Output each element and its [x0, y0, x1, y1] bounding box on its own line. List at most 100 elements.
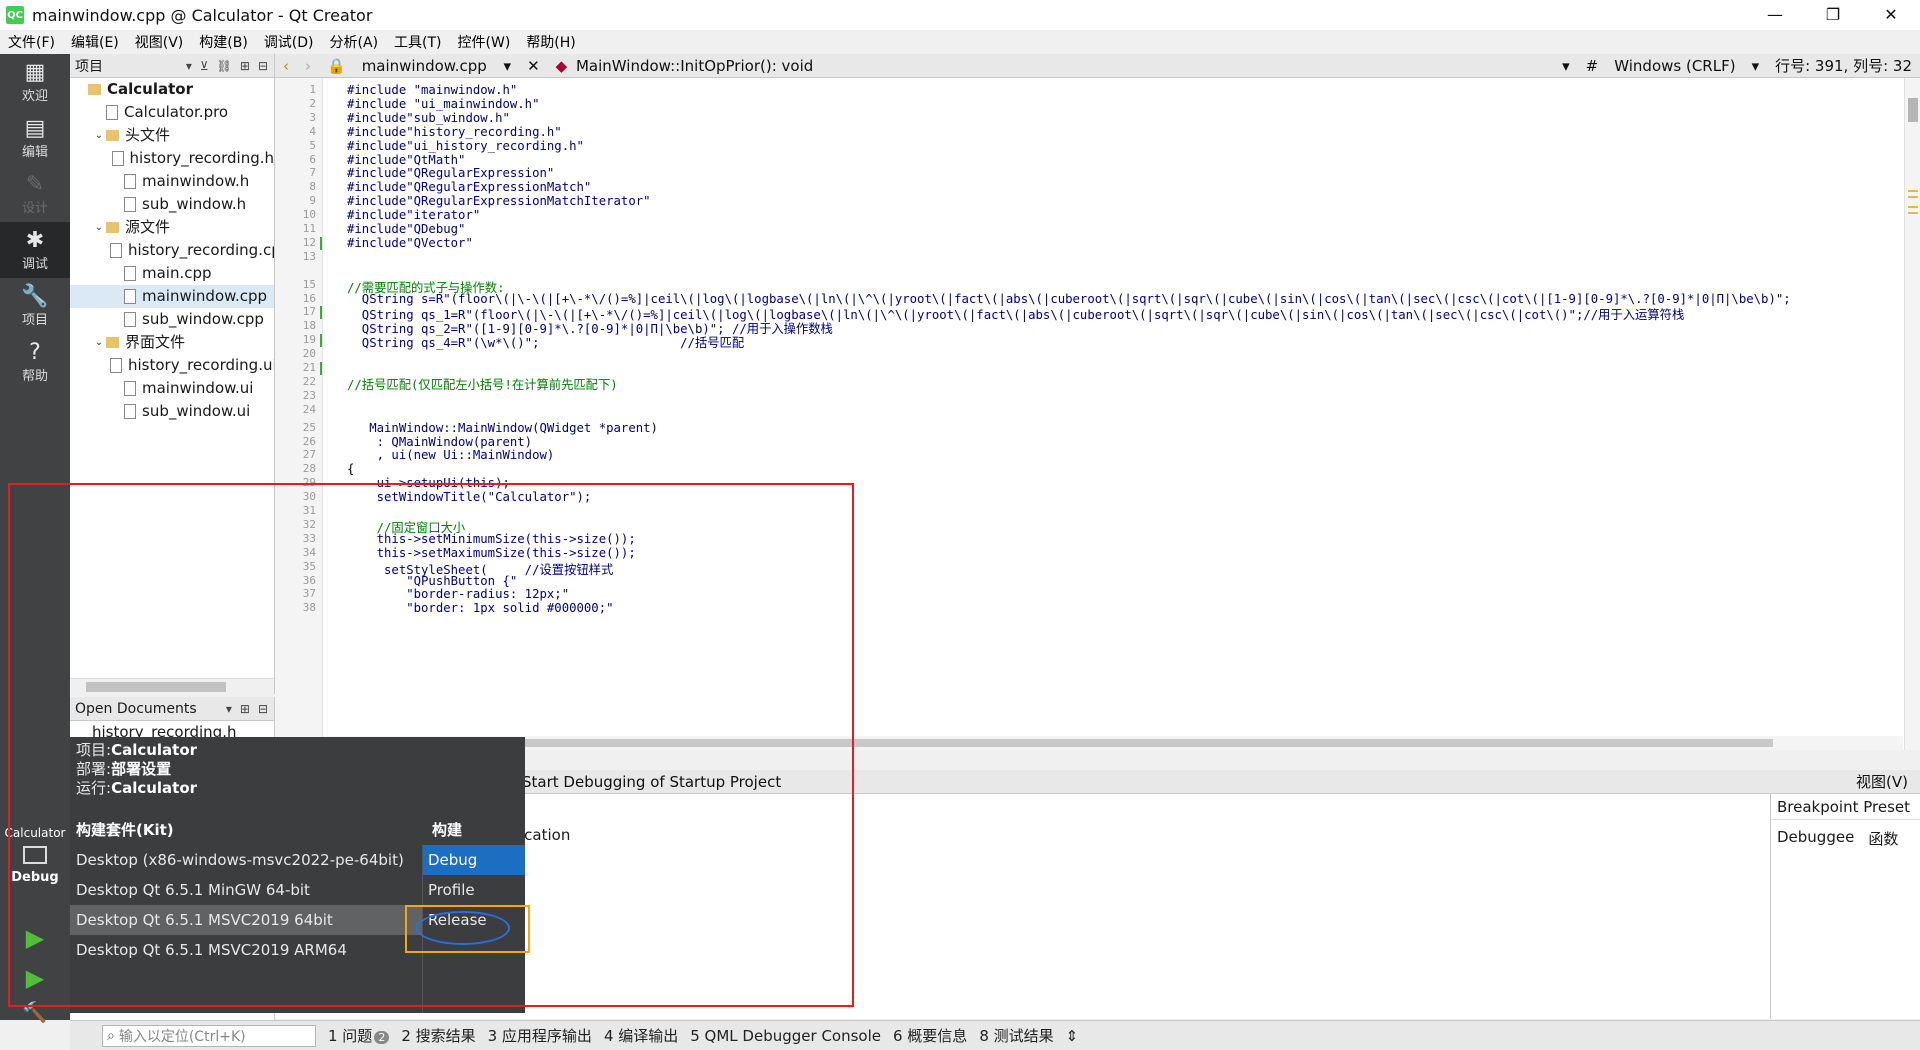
tab-compile-output[interactable]: 4 编译输出 — [604, 1025, 678, 1046]
start-debugging-label[interactable]: Start Debugging of Startup Project — [522, 773, 781, 791]
project-tree-scrollbar[interactable] — [70, 678, 274, 694]
back-arrow-icon[interactable]: ‹ — [275, 57, 297, 75]
code-line[interactable]: #include"QtMath" — [347, 153, 465, 167]
current-file-selector[interactable]: mainwindow.cpp ▾ — [354, 57, 519, 75]
close-panel-icon[interactable]: ⊟ — [258, 59, 268, 73]
tree-item-6[interactable]: ⌄ 源文件 — [70, 216, 274, 239]
dropdown-icon[interactable]: ▾ — [186, 59, 192, 73]
tree-item-5[interactable]: sub_window.h — [70, 193, 274, 216]
tree-item-8[interactable]: main.cpp — [70, 262, 274, 285]
dropdown-icon[interactable]: ▾ — [226, 702, 232, 716]
forward-arrow-icon[interactable]: › — [297, 57, 319, 75]
debug-run-icon[interactable]: ▶ — [22, 965, 48, 991]
line-ending-selector[interactable]: Windows (CRLF) — [1606, 57, 1743, 75]
locator-search-input[interactable]: ⌕ 输入以定位(Ctrl+K) — [102, 1024, 316, 1047]
menu-build[interactable]: 构建(B) — [191, 32, 256, 52]
build-config-option[interactable]: Profile — [422, 875, 525, 905]
chevron-down-icon[interactable]: ▾ — [1554, 57, 1578, 75]
minimize-button[interactable]: — — [1746, 0, 1804, 30]
mode-help[interactable]: ? 帮助 — [0, 334, 70, 390]
function-selector[interactable]: ◆ MainWindow::InitOpPrior(): void — [548, 57, 822, 75]
code-line[interactable]: { — [347, 462, 354, 476]
menu-analyze[interactable]: 分析(A) — [322, 32, 387, 52]
debuggee-column[interactable]: Debuggee — [1777, 828, 1854, 849]
code-line[interactable]: //括号匹配(仅匹配左小括号!在计算前先匹配下) — [347, 375, 618, 393]
tree-item-0[interactable]: Calculator — [70, 78, 274, 101]
code-line[interactable]: #include"history_recording.h" — [347, 125, 562, 139]
code-line[interactable]: QString s=R"(floor\(|\-\(|[+\-*\/()=%]|c… — [347, 292, 1791, 306]
open-documents-title[interactable]: Open Documents — [75, 701, 197, 717]
tree-item-2[interactable]: ⌄ 头文件 — [70, 124, 274, 147]
kit-option[interactable]: Desktop Qt 6.5.1 MinGW 64-bit — [70, 875, 422, 905]
menu-tools[interactable]: 工具(T) — [386, 32, 449, 52]
code-line[interactable]: #include"QRegularExpressionMatchIterator… — [347, 194, 651, 208]
tab-qml-console[interactable]: 5 QML Debugger Console — [690, 1027, 881, 1045]
close-file-icon[interactable]: ✕ — [519, 57, 548, 75]
menu-view[interactable]: 视图(V) — [127, 32, 192, 52]
mode-design[interactable]: ✎ 设计 — [0, 166, 70, 222]
function-column[interactable]: 函数 — [1868, 828, 1898, 849]
code-line[interactable]: "border: 1px solid #000000;" — [347, 601, 613, 615]
chevron-down-icon[interactable]: ⌄ — [92, 331, 106, 354]
tree-item-4[interactable]: mainwindow.h — [70, 170, 274, 193]
cursor-position[interactable]: 行号: 391, 列号: 32 — [1767, 55, 1920, 76]
kit-option[interactable]: Desktop (x86-windows-msvc2022-pe-64bit) — [70, 845, 422, 875]
tab-application-output[interactable]: 3 应用程序输出 — [488, 1025, 592, 1046]
menu-help[interactable]: 帮助(H) — [518, 32, 583, 52]
build-config-option[interactable]: Debug — [422, 845, 525, 875]
code-line[interactable]: setWindowTitle("Calculator"); — [347, 490, 592, 504]
tree-item-13[interactable]: mainwindow.ui — [70, 377, 274, 400]
more-tabs-icon[interactable]: ⇕ — [1066, 1027, 1079, 1045]
kit-option[interactable]: Desktop Qt 6.5.1 MSVC2019 ARM64 — [70, 935, 422, 965]
chevron-down-icon[interactable]: ⌄ — [92, 216, 106, 239]
views-menu[interactable]: 视图(V) — [1856, 771, 1908, 792]
code-line[interactable]: ui->setupUi(this); — [347, 476, 510, 490]
code-line[interactable]: #include"QDebug" — [347, 222, 465, 236]
close-button[interactable]: ✕ — [1862, 0, 1920, 30]
tree-item-9[interactable]: mainwindow.cpp — [70, 285, 274, 308]
chevron-down-icon[interactable]: ⌄ — [92, 124, 106, 147]
tree-item-10[interactable]: sub_window.cpp — [70, 308, 274, 331]
kit-option[interactable]: Desktop Qt 6.5.1 MSVC2019 64bit — [70, 905, 422, 935]
tree-item-12[interactable]: history_recording.ui — [70, 354, 274, 377]
tab-issues[interactable]: 1 问题 2 — [328, 1025, 390, 1046]
code-line[interactable]: QString qs_4=R"(\w*\()"; //括号匹配 — [347, 333, 744, 351]
menu-file[interactable]: 文件(F) — [0, 32, 63, 52]
split-icon[interactable]: ⊞ — [240, 59, 250, 73]
code-line[interactable]: #include"iterator" — [347, 208, 480, 222]
code-line[interactable]: #include"QRegularExpression" — [347, 166, 554, 180]
mode-welcome[interactable]: ▦ 欢迎 — [0, 54, 70, 110]
code-line[interactable]: "border-radius: 12px;" — [347, 587, 569, 601]
filter-icon[interactable]: ⊻ — [200, 59, 209, 73]
code-line[interactable]: , ui(new Ui::MainWindow) — [347, 448, 555, 462]
tree-item-7[interactable]: history_recording.cpp — [70, 239, 274, 262]
link-icon[interactable]: ⛓ — [217, 59, 232, 73]
tree-item-14[interactable]: sub_window.ui — [70, 400, 274, 423]
mode-debug[interactable]: ✱ 调试 — [0, 222, 70, 278]
code-line[interactable]: : QMainWindow(parent) — [347, 435, 532, 449]
project-panel-title[interactable]: 项目 — [75, 56, 103, 76]
code-line[interactable]: #include "mainwindow.h" — [347, 83, 517, 97]
menu-debug[interactable]: 调试(D) — [256, 32, 322, 52]
code-line[interactable]: #include "ui_mainwindow.h" — [347, 97, 540, 111]
kit-selector[interactable]: Calculator Debug — [0, 822, 70, 912]
menu-controls[interactable]: 控件(W) — [450, 32, 519, 52]
code-line[interactable]: "QPushButton {" — [347, 574, 517, 588]
run-icon[interactable]: ▶ — [22, 925, 48, 951]
build-config-option[interactable]: Release — [422, 905, 525, 935]
close-panel-icon[interactable]: ⊟ — [258, 702, 268, 716]
split-icon[interactable]: ⊞ — [240, 702, 250, 716]
editor-vertical-scrollbar[interactable] — [1904, 78, 1920, 750]
menu-edit[interactable]: 编辑(E) — [63, 32, 127, 52]
tree-item-11[interactable]: ⌄ 界面文件 — [70, 331, 274, 354]
code-line[interactable]: #include"ui_history_recording.h" — [347, 139, 584, 153]
code-line[interactable]: this->setMinimumSize(this->size()); — [347, 532, 636, 546]
mode-edit[interactable]: ▤ 编辑 — [0, 110, 70, 166]
code-line[interactable]: #include"sub_window.h" — [347, 111, 510, 125]
code-line[interactable]: #include"QVector" — [347, 236, 473, 250]
code-line[interactable]: #include"QRegularExpressionMatch" — [347, 180, 591, 194]
tab-search-results[interactable]: 2 搜索结果 — [401, 1025, 475, 1046]
chevron-down-icon[interactable]: ▾ — [1744, 57, 1768, 75]
tree-item-3[interactable]: history_recording.h — [70, 147, 274, 170]
mode-projects[interactable]: 🔧 项目 — [0, 278, 70, 334]
